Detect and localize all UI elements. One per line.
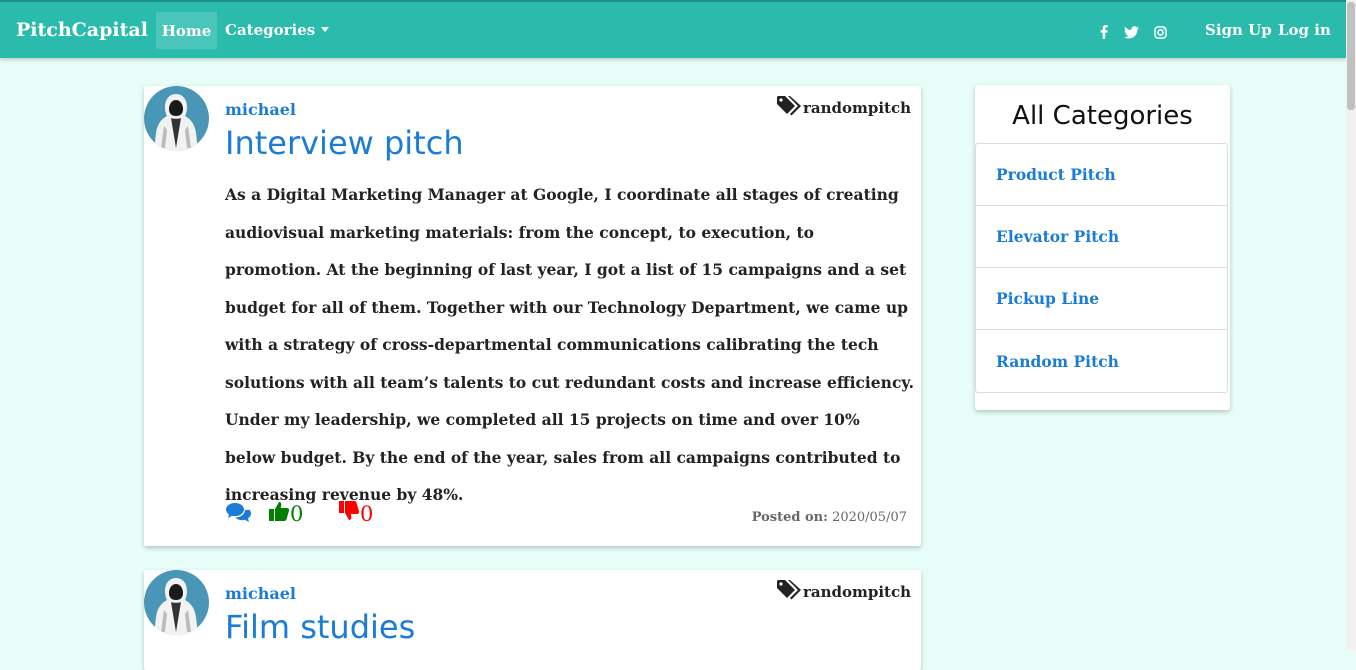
author-name[interactable]: michael — [225, 100, 296, 119]
like-button[interactable]: 0 — [268, 500, 303, 527]
tag-label: randompitch — [802, 583, 911, 601]
category-item-pickup-line[interactable]: Pickup Line — [976, 268, 1227, 330]
avatar — [144, 570, 209, 635]
signup-link[interactable]: Sign Up — [1205, 21, 1272, 39]
tags-icon — [776, 95, 803, 121]
pitch-title[interactable]: Film studies — [225, 608, 415, 646]
tag-label: randompitch — [802, 99, 911, 117]
nav-categories-label: Categories — [225, 21, 316, 39]
like-count: 0 — [290, 501, 304, 526]
pitch-tag: randompitch — [776, 579, 911, 605]
pitch-tag: randompitch — [776, 95, 911, 121]
pitch-card: michael randompitch Film studies — [144, 570, 921, 670]
pitch-body: As a Digital Marketing Manager at Google… — [225, 185, 915, 504]
pitch-card: michael randompitch Interview pitch As a… — [144, 86, 921, 546]
posted-value: 2020/05/07 — [832, 510, 907, 525]
login-link[interactable]: Log in — [1278, 21, 1331, 39]
comments-icon[interactable] — [225, 502, 251, 526]
caret-down-icon — [321, 27, 330, 32]
pitch-title[interactable]: Interview pitch — [225, 124, 464, 162]
posted-label: Posted on: — [751, 510, 828, 525]
thumbs-down-icon — [338, 500, 360, 527]
posted-date: Posted on: 2020/05/07 — [752, 510, 907, 525]
tags-icon — [776, 579, 803, 605]
author-name[interactable]: michael — [225, 584, 296, 603]
twitter-icon[interactable] — [1124, 24, 1139, 43]
category-item-random-pitch[interactable]: Random Pitch — [976, 330, 1227, 392]
scrollbar[interactable] — [1346, 0, 1356, 650]
category-list: Product Pitch Elevator Pitch Pickup Line… — [975, 143, 1228, 393]
nav-categories-dropdown[interactable]: Categories — [225, 21, 330, 39]
navbar: PitchCapital Home Categories Sign Up Log… — [0, 0, 1346, 58]
instagram-icon[interactable] — [1154, 24, 1167, 43]
dislike-button[interactable]: 0 — [338, 500, 373, 527]
category-item-elevator-pitch[interactable]: Elevator Pitch — [976, 206, 1227, 268]
thumbs-up-icon — [268, 500, 290, 527]
scrollbar-thumb[interactable] — [1347, 2, 1355, 110]
nav-home-link[interactable]: Home — [156, 12, 217, 49]
sidebar-title: All Categories — [1012, 101, 1193, 131]
avatar — [144, 86, 209, 151]
facebook-icon[interactable] — [1100, 24, 1108, 43]
category-item-product-pitch[interactable]: Product Pitch — [976, 144, 1227, 206]
brand-link[interactable]: PitchCapital — [16, 19, 148, 41]
categories-sidebar: All Categories Product Pitch Elevator Pi… — [975, 85, 1230, 410]
dislike-count: 0 — [360, 501, 374, 526]
